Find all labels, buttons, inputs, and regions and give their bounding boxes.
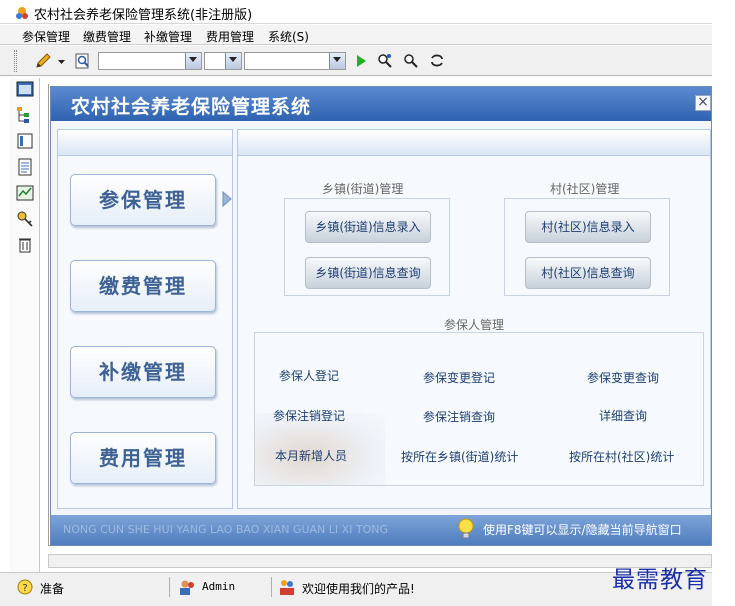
toolbar — [0, 46, 712, 76]
chevron-down-icon[interactable] — [58, 60, 66, 66]
status-section-state: ? 准备 — [10, 577, 170, 597]
village-entry-button[interactable]: 村(社区)信息录入 — [525, 211, 651, 243]
panel-header: 农村社会养老保险管理系统 × — [51, 87, 711, 121]
app-icon — [16, 7, 28, 19]
link-stats-by-village[interactable]: 按所在村(社区)统计 — [569, 448, 674, 465]
svg-text:?: ? — [22, 583, 27, 594]
link-detail-query[interactable]: 详细查询 — [599, 407, 647, 424]
status-bar: ? 准备 Admin 欢迎使用我们的产品! — [0, 572, 712, 606]
document-icon[interactable] — [16, 158, 34, 176]
village-group-title: 村(社区)管理 — [550, 182, 620, 196]
combo-3-dropdown[interactable] — [329, 53, 345, 69]
link-cancel-register[interactable]: 参保注销登记 — [273, 407, 345, 424]
insured-group: 参保人登记 参保变更登记 参保变更查询 参保注销登记 参保注销查询 详细查询 本… — [254, 332, 704, 486]
trash-icon[interactable] — [16, 236, 34, 254]
bulb-icon — [458, 518, 474, 539]
search-doc-icon[interactable] — [74, 52, 92, 70]
status-section-welcome: 欢迎使用我们的产品! — [274, 577, 604, 597]
menu-enrollment[interactable]: 参保管理 — [22, 28, 70, 45]
find-user-icon[interactable] — [376, 52, 394, 70]
close-button[interactable]: × — [695, 95, 711, 111]
nav-button-fees[interactable]: 费用管理 — [70, 432, 216, 484]
township-group: 乡镇(街道)信息录入 乡镇(街道)信息查询 — [284, 198, 450, 296]
link-stats-by-township[interactable]: 按所在乡镇(街道)统计 — [401, 448, 518, 465]
watermark-text: 最需教育 — [612, 567, 708, 593]
village-query-button[interactable]: 村(社区)信息查询 — [525, 257, 651, 289]
link-new-this-month[interactable]: 本月新增人员 — [275, 447, 347, 464]
navigation-panel: 农村社会养老保险管理系统 × 参保管理 缴费管理 补缴管理 费用管理 乡镇(街道… — [50, 86, 712, 546]
refresh-icon[interactable] — [428, 52, 446, 70]
township-entry-button[interactable]: 乡镇(街道)信息录入 — [305, 211, 431, 243]
combo-2-dropdown[interactable] — [225, 53, 241, 69]
people-icon — [280, 580, 294, 595]
filter-combo-1[interactable] — [98, 52, 202, 70]
link-change-query[interactable]: 参保变更查询 — [587, 369, 659, 386]
window-title: 农村社会养老保险管理系统(非注册版) — [34, 8, 253, 23]
township-group-title: 乡镇(街道)管理 — [322, 182, 404, 196]
title-bar: 农村社会养老保险管理系统(非注册版) — [0, 0, 712, 24]
function-area-header — [238, 130, 710, 156]
nav-button-payment[interactable]: 缴费管理 — [70, 260, 216, 312]
menu-system[interactable]: 系统(S) — [268, 28, 309, 45]
active-arrow-icon — [222, 191, 232, 207]
list-icon[interactable] — [16, 132, 34, 150]
nav-button-enrollment[interactable]: 参保管理 — [70, 174, 216, 226]
chevron-down-icon — [189, 57, 197, 62]
chevron-down-icon — [333, 57, 341, 62]
village-group: 村(社区)信息录入 村(社区)信息查询 — [504, 198, 670, 296]
function-area: 乡镇(街道)管理 乡镇(街道)信息录入 乡镇(街道)信息查询 村(社区)管理 村… — [237, 129, 711, 509]
footer-tip: 使用F8键可以显示/隐藏当前导航窗口 — [483, 523, 682, 537]
run-icon[interactable] — [352, 52, 370, 70]
users-icon — [180, 580, 194, 595]
key-icon[interactable] — [16, 210, 34, 228]
window-icon[interactable] — [16, 80, 34, 98]
status-user: Admin — [202, 580, 236, 593]
toolbar-grip[interactable] — [14, 50, 17, 72]
menu-bar: 参保管理 缴费管理 补缴管理 费用管理 系统(S) — [0, 25, 712, 45]
link-cancel-query[interactable]: 参保注销查询 — [423, 408, 495, 425]
status-section-user: Admin — [172, 577, 272, 597]
filter-combo-3[interactable] — [244, 52, 346, 70]
link-insured-register[interactable]: 参保人登记 — [279, 367, 339, 384]
panel-footer: NONG CUN SHE HUI YANG LAO BAO XIAN GUAN … — [51, 515, 711, 545]
link-change-register[interactable]: 参保变更登记 — [423, 369, 495, 386]
panel-title: 农村社会养老保险管理系统 — [71, 96, 312, 118]
filter-combo-2[interactable] — [204, 52, 242, 70]
combo-1-dropdown[interactable] — [185, 53, 201, 69]
menu-back-payment[interactable]: 补缴管理 — [144, 28, 192, 45]
pencil-icon[interactable] — [34, 52, 52, 70]
help-icon: ? — [17, 579, 33, 595]
menu-payment[interactable]: 缴费管理 — [83, 28, 131, 45]
township-query-button[interactable]: 乡镇(街道)信息查询 — [305, 257, 431, 289]
menu-fees[interactable]: 费用管理 — [206, 28, 254, 45]
chevron-down-icon — [229, 57, 237, 62]
find-icon[interactable] — [402, 52, 420, 70]
nav-sidebar: 参保管理 缴费管理 补缴管理 费用管理 — [57, 129, 233, 509]
status-text: 准备 — [40, 582, 65, 596]
left-toolbar — [10, 78, 40, 572]
status-welcome: 欢迎使用我们的产品! — [302, 582, 415, 596]
nav-button-back-payment[interactable]: 补缴管理 — [70, 346, 216, 398]
insured-group-title: 参保人管理 — [444, 318, 505, 332]
footer-marquee: NONG CUN SHE HUI YANG LAO BAO XIAN GUAN … — [63, 523, 389, 536]
tree-icon[interactable] — [16, 106, 34, 124]
chart-icon[interactable] — [16, 184, 34, 202]
nav-sidebar-header — [58, 130, 232, 156]
